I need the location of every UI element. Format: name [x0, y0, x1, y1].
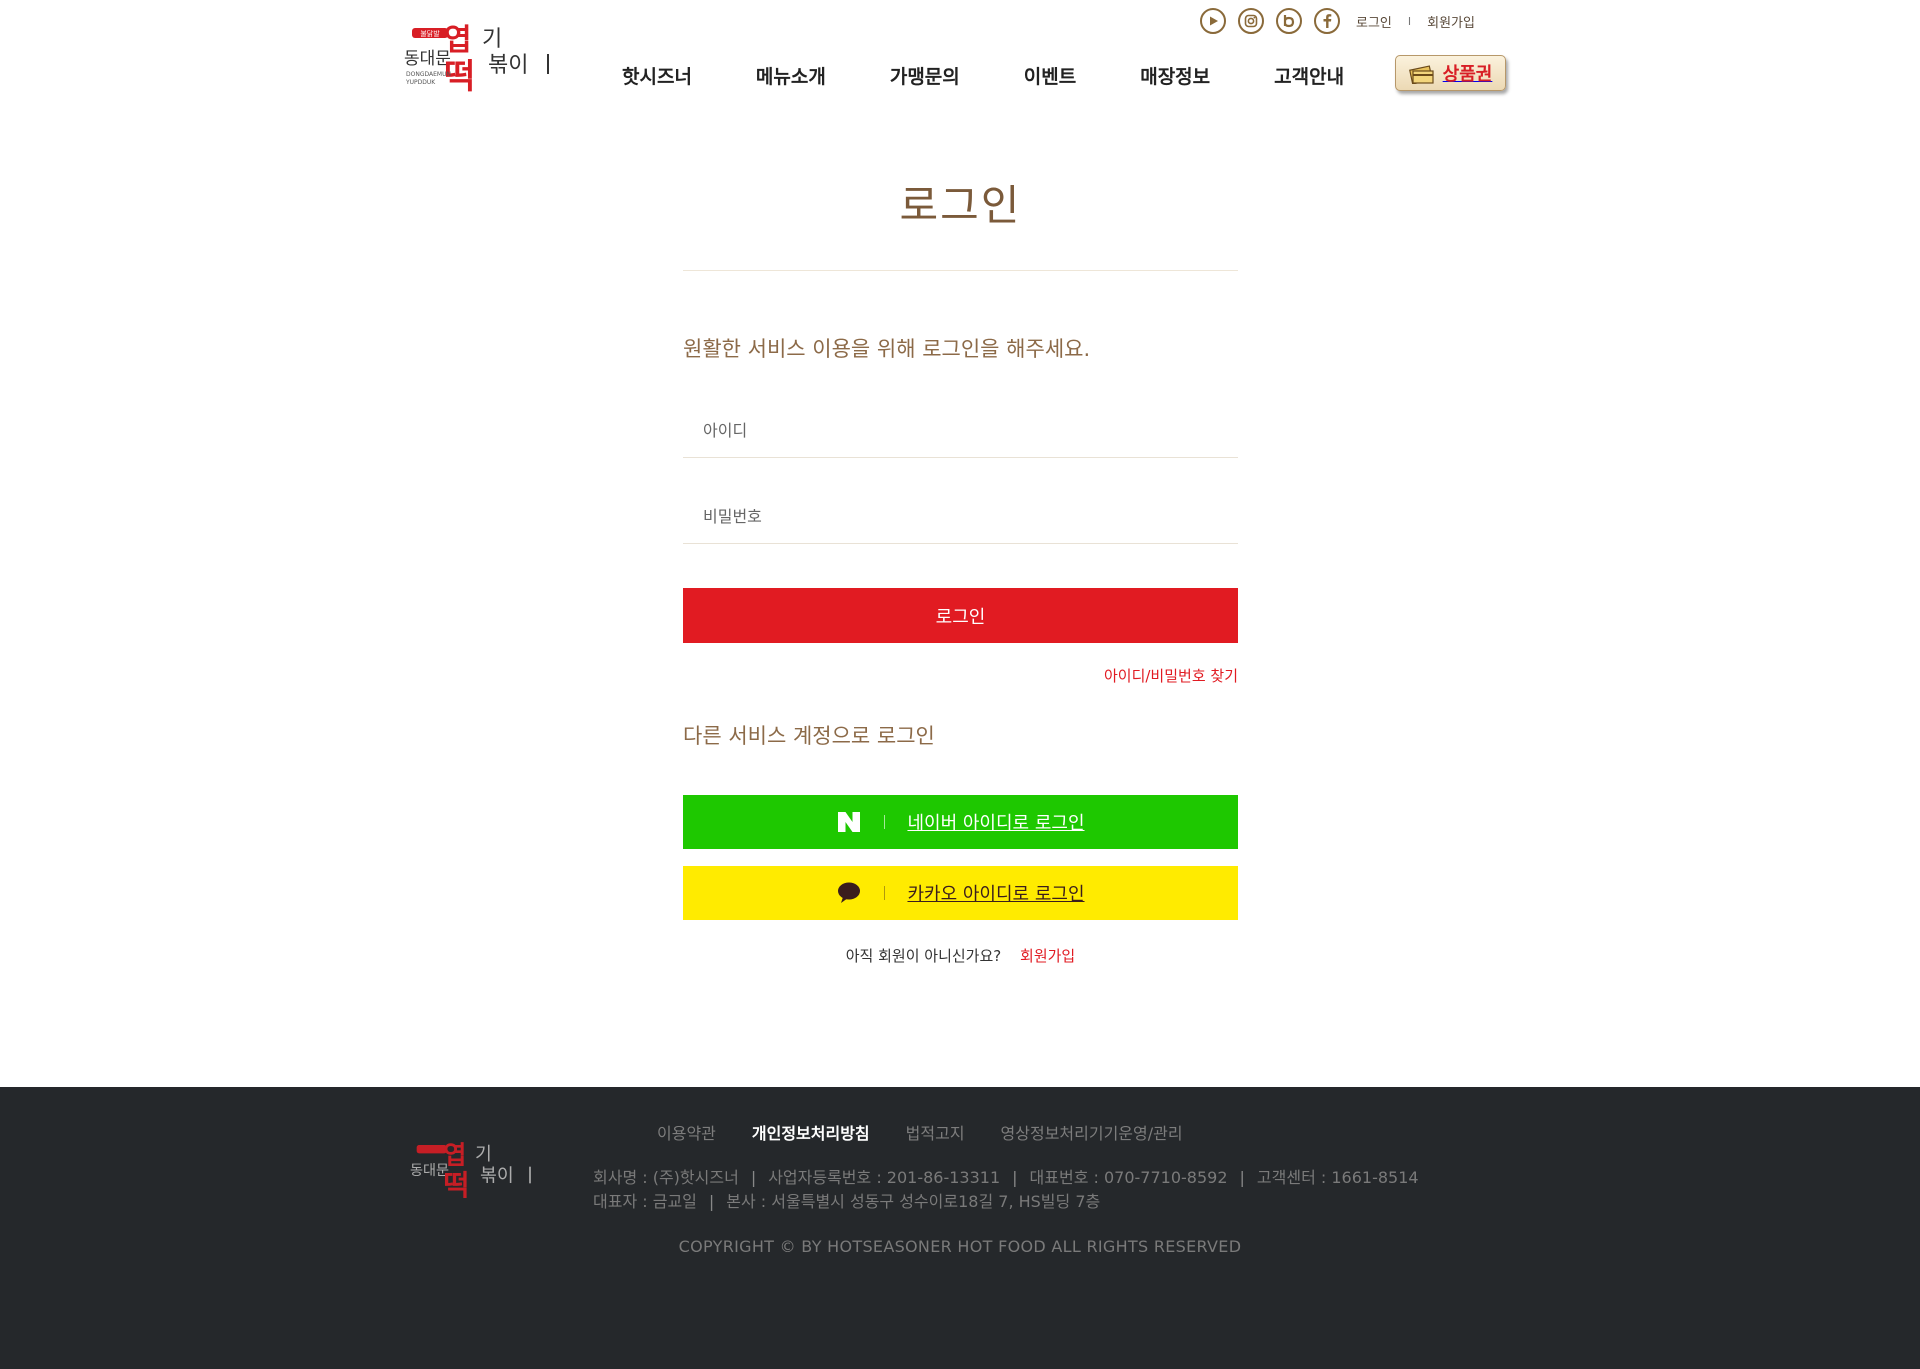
button-divider [884, 815, 886, 829]
footer-link-privacy[interactable]: 개인정보처리방침 [752, 1120, 870, 1144]
nav-item-franchise[interactable]: 가맹문의 [890, 62, 960, 89]
svg-text:엽: 엽 [444, 23, 472, 58]
footer-company-name: 회사명 : (주)핫시즈너 [593, 1168, 739, 1187]
join-prompt: 아직 회원이 아니신가요? 회원가입 [683, 945, 1238, 966]
naver-login-button[interactable]: 네이버 아이디로 로그인 [683, 795, 1238, 849]
footer-copyright: COPYRIGHT © BY HOTSEASONER HOT FOOD ALL … [678, 1237, 1242, 1256]
gift-card-button[interactable]: 상품권 [1395, 55, 1506, 91]
svg-text:기: 기 [475, 1144, 492, 1165]
footer-link-terms[interactable]: 이용약관 [657, 1120, 716, 1144]
naver-login-label: 네이버 아이디로 로그인 [907, 813, 1085, 834]
login-button[interactable]: 로그인 [683, 588, 1238, 643]
top-login-link[interactable]: 로그인 [1356, 12, 1392, 31]
nav-item-event[interactable]: 이벤트 [1024, 62, 1076, 89]
footer-link-legal[interactable]: 법적고지 [906, 1120, 965, 1144]
page-title: 로그인 [899, 181, 1022, 230]
login-guide-text: 원활한 서비스 이용을 위해 로그인을 해주세요. [683, 337, 1091, 361]
footer-logo: 동대문 엽 기 떡 볶이 [410, 1135, 535, 1205]
join-prompt-text: 아직 회원이 아니신가요? [845, 947, 1002, 965]
footer-tel: 대표번호 : 070-7710-8592 [1029, 1168, 1228, 1187]
svg-text:볶이: 볶이 [480, 1166, 514, 1187]
title-divider [683, 270, 1238, 271]
join-link[interactable]: 회원가입 [1020, 947, 1075, 965]
main-navigation: 핫시즈너 메뉴소개 가맹문의 이벤트 매장정보 고객안내 [622, 62, 1408, 89]
svg-text:불닭발: 불닭발 [420, 29, 440, 38]
footer-link-cctv[interactable]: 영상정보처리기기운영/관리 [1001, 1120, 1183, 1144]
top-utility-bar: 로그인 I 회원가입 [1200, 8, 1475, 34]
youtube-icon[interactable] [1200, 8, 1226, 34]
footer-links: 이용약관 개인정보처리방침 법적고지 영상정보처리기기운영/관리 [657, 1120, 1219, 1144]
button-divider [884, 886, 886, 900]
footer-address-info: 대표자 : 금교일 | 본사 : 서울특별시 성동구 성수이로18길 7, HS빌딩… [593, 1192, 1101, 1211]
kakao-login-button[interactable]: 카카오 아이디로 로그인 [683, 866, 1238, 920]
brand-logo[interactable]: 불닭발 동대문 엽 기 떡 볶이 DONGDAEMUN YUPDDUK [404, 20, 554, 97]
footer-customer-center: 고객센터 : 1661-8514 [1256, 1168, 1419, 1187]
nav-item-store[interactable]: 매장정보 [1140, 62, 1210, 89]
id-input[interactable] [683, 404, 1238, 458]
svg-text:볶이: 볶이 [488, 53, 528, 78]
top-join-link[interactable]: 회원가입 [1427, 12, 1475, 31]
gift-card-icon [1408, 65, 1434, 84]
svg-text:YUPDDUK: YUPDDUK [405, 79, 436, 86]
svg-text:엽: 엽 [443, 1140, 466, 1169]
svg-text:DONGDAEMUN: DONGDAEMUN [406, 71, 451, 78]
find-id-password-link[interactable]: 아이디/비밀번호 찾기 [1104, 665, 1238, 686]
nav-item-menu[interactable]: 메뉴소개 [756, 62, 826, 89]
facebook-icon[interactable] [1314, 8, 1340, 34]
password-input[interactable] [683, 490, 1238, 544]
nav-item-hotseasoner[interactable]: 핫시즈너 [622, 62, 692, 89]
footer-biz-number: 사업자등록번호 : 201-86-13311 [768, 1168, 1001, 1187]
svg-text:떡: 떡 [443, 1169, 469, 1202]
gift-card-label: 상품권 [1442, 64, 1493, 85]
site-footer: 동대문 엽 기 떡 볶이 이용약관 개인정보처리방침 법적고지 영상정보처리기기… [0, 1087, 1920, 1369]
social-login-title: 다른 서비스 계정으로 로그인 [683, 724, 935, 748]
naver-n-icon [836, 809, 862, 835]
footer-ceo: 대표자 : 금교일 [593, 1192, 697, 1211]
util-separator: I [1407, 14, 1412, 28]
instagram-icon[interactable] [1238, 8, 1264, 34]
nav-item-customer[interactable]: 고객안내 [1274, 62, 1344, 89]
footer-company-info: 회사명 : (주)핫시즈너 | 사업자등록번호 : 201-86-13311 | 대표번… [593, 1168, 1419, 1187]
svg-text:기: 기 [482, 27, 502, 52]
kakao-login-label: 카카오 아이디로 로그인 [907, 884, 1085, 905]
blog-icon[interactable] [1276, 8, 1302, 34]
kakao-speech-bubble-icon [836, 880, 862, 906]
footer-address: 본사 : 서울특별시 성동구 성수이로18길 7, HS빌딩 7층 [726, 1192, 1101, 1211]
site-header: 불닭발 동대문 엽 기 떡 볶이 DONGDAEMUN YUPDDUK 로그인 … [0, 0, 1920, 110]
